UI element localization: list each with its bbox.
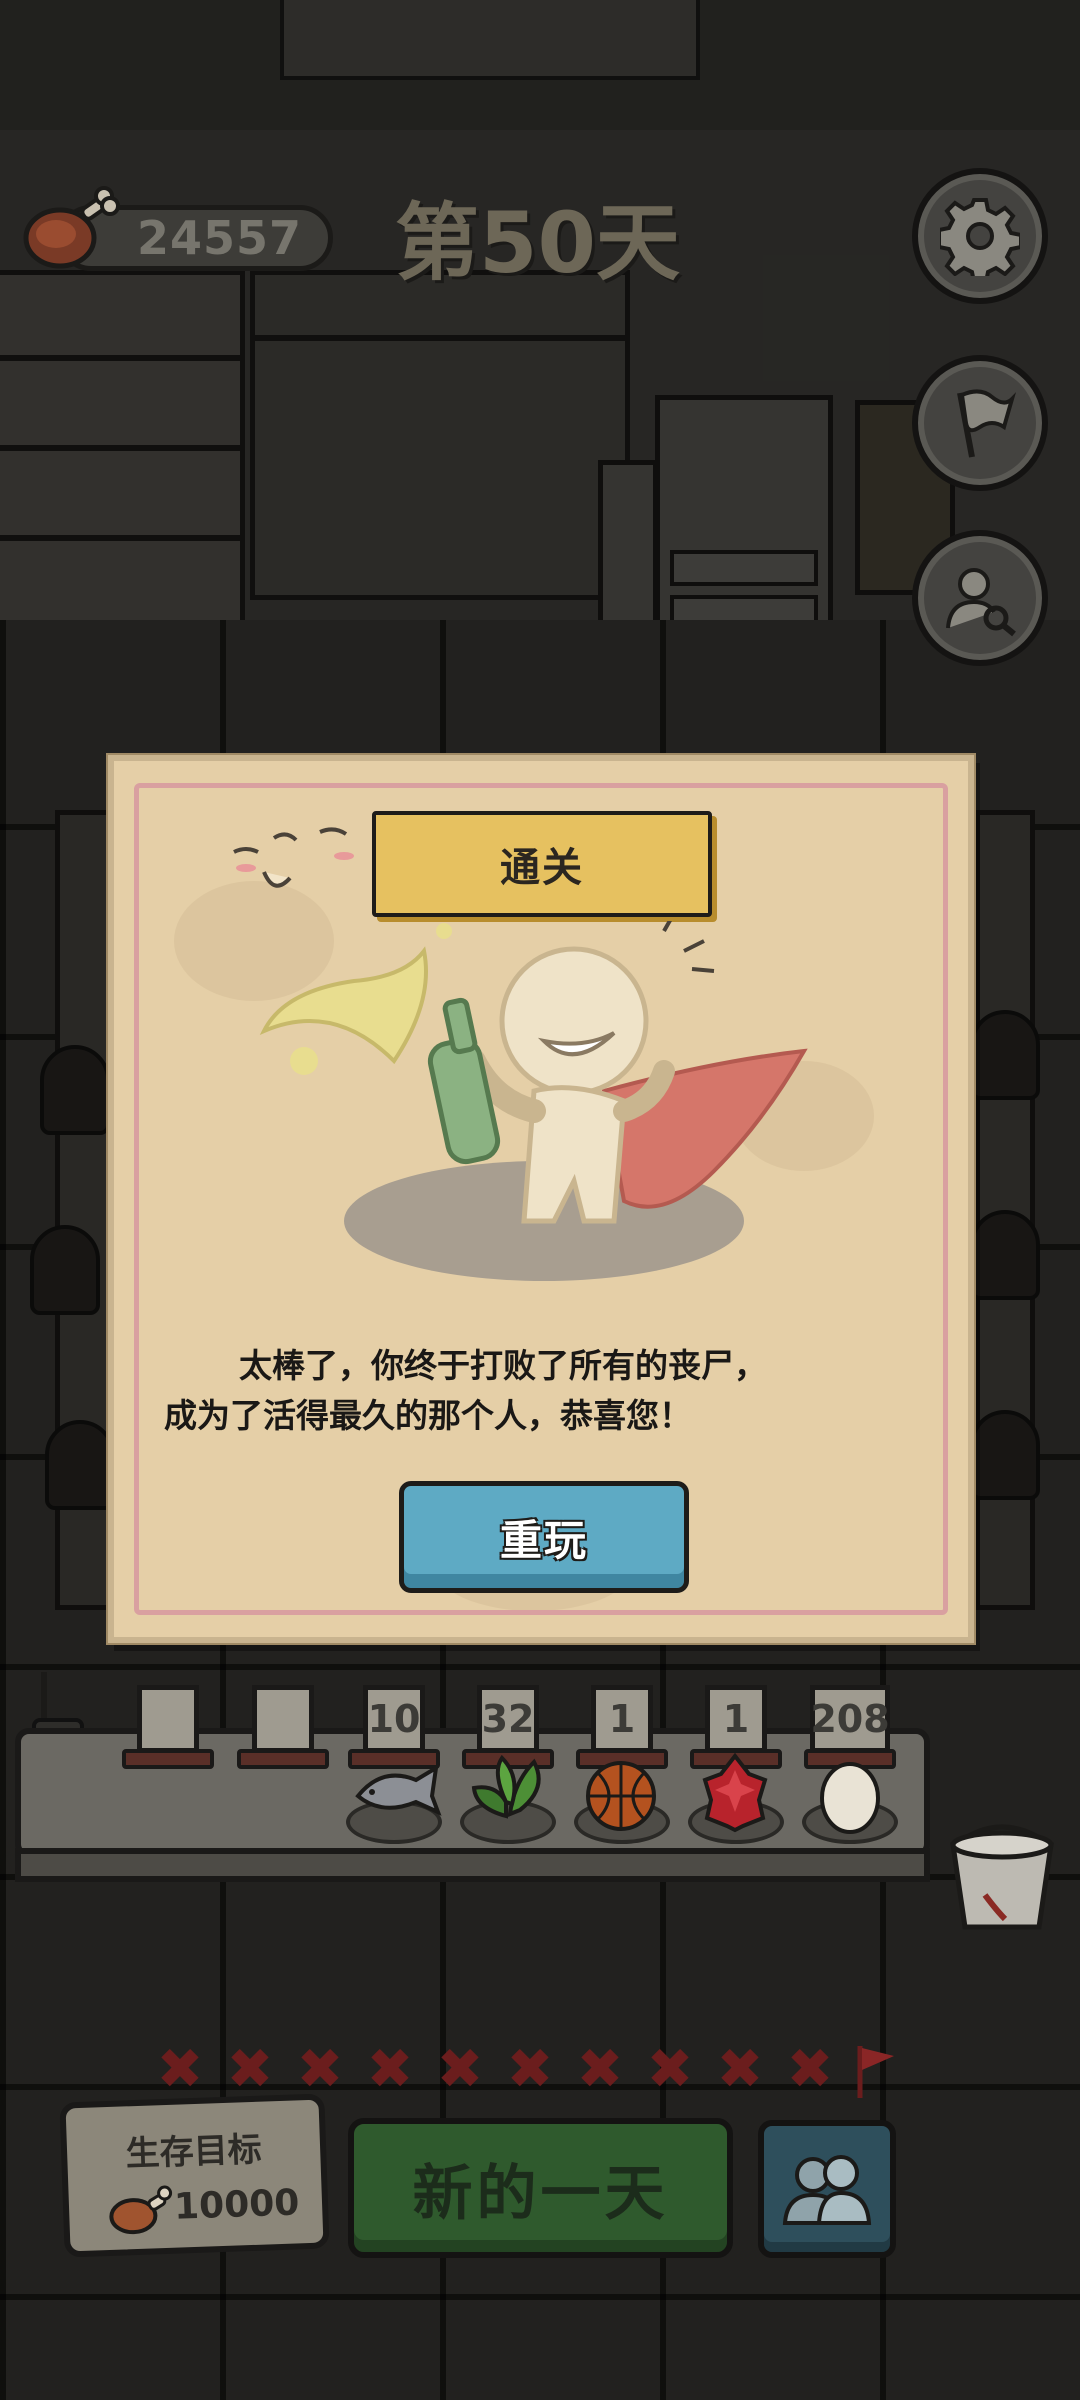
counter-front — [15, 1848, 930, 1882]
day-title: 第50天 — [395, 194, 680, 292]
strike-mark-icon: ✖ — [786, 2037, 834, 2102]
slot-count: 1 — [591, 1685, 653, 1753]
strike-mark-icon: ✖ — [226, 2037, 274, 2102]
goal-value: 10000 — [173, 2182, 300, 2228]
meat-icon — [23, 186, 120, 269]
dialog-title: 通关 — [500, 845, 584, 891]
egg-icon — [820, 1762, 880, 1834]
strike-mark-icon: ✖ — [436, 2037, 484, 2102]
flag-icon — [957, 389, 1017, 458]
slot-count: 208 — [810, 1685, 890, 1753]
survival-goal-card: 生存目标 10000 — [59, 2093, 330, 2258]
replay-button[interactable]: 重玩 — [399, 1481, 689, 1593]
survivors-button[interactable] — [758, 2120, 896, 2258]
dialog-title-banner: 通关 — [372, 811, 712, 917]
strike-tracker: ✖ ✖ ✖ ✖ ✖ ✖ ✖ ✖ ✖ ✖ — [150, 2040, 910, 2100]
basketball-icon — [586, 1761, 656, 1831]
strike-mark-icon: ✖ — [296, 2037, 344, 2102]
strike-mark-icon: ✖ — [716, 2037, 764, 2102]
people-icon — [782, 2155, 872, 2225]
slot-count: 1 — [705, 1685, 767, 1753]
gear-icon — [940, 198, 1020, 276]
goal-label: 生存目标 — [125, 2129, 263, 2175]
face-doodle-icon — [233, 827, 354, 888]
message-line-1: 太棒了，你终于打败了所有的丧尸， — [239, 1346, 767, 1385]
herb-leaf-icon — [471, 1754, 541, 1819]
slot-count: 10 — [363, 1685, 425, 1753]
user-search-icon — [946, 568, 1016, 637]
strike-mark-icon: ✖ — [646, 2037, 694, 2102]
slot-count — [137, 1685, 199, 1753]
slot-count: 32 — [477, 1685, 539, 1753]
dragonfruit-icon — [702, 1752, 768, 1833]
inventory-slot[interactable] — [237, 1685, 329, 1769]
coin-value: 24557 — [136, 211, 302, 265]
surrender-flag-button[interactable] — [912, 355, 1048, 491]
new-day-label: 新的一天 — [412, 2158, 669, 2229]
celebrating-character-illustration — [259, 921, 808, 1281]
slot-count — [252, 1685, 314, 1753]
meat-icon — [109, 2185, 173, 2235]
victory-message: 太棒了，你终于打败了所有的丧尸， 成为了活得最久的那个人，恭喜您！ — [164, 1341, 928, 1441]
settings-button[interactable] — [912, 168, 1048, 304]
new-day-button[interactable]: 新的一天 — [348, 2118, 733, 2258]
replay-label: 重玩 — [499, 1515, 588, 1565]
victory-dialog: 通关 太棒了，你终于打败了所有的丧尸， 成为了活得最久的那个人，恭喜您！ 重玩 — [108, 755, 974, 1643]
goal-flag-icon — [857, 2046, 894, 2098]
strike-mark-icon: ✖ — [366, 2037, 414, 2102]
strike-mark-icon: ✖ — [576, 2037, 624, 2102]
inventory-slot[interactable] — [122, 1685, 214, 1769]
profile-search-button[interactable] — [912, 530, 1048, 666]
fish-icon — [355, 1764, 442, 1816]
inventory-slot-basketball[interactable]: 1 — [576, 1685, 668, 1769]
strike-mark-icon: ✖ — [156, 2037, 204, 2102]
bucket-icon — [950, 1824, 1054, 1930]
strike-mark-icon: ✖ — [506, 2037, 554, 2102]
message-line-2: 成为了活得最久的那个人，恭喜您！ — [164, 1396, 692, 1435]
